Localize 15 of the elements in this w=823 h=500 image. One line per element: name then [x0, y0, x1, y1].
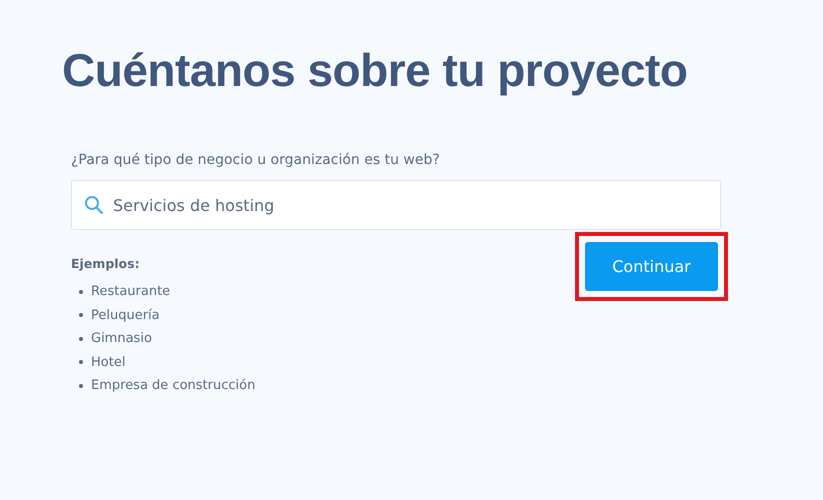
question-label: ¿Para qué tipo de negocio u organización es tu web?: [71, 152, 441, 168]
example-item: Empresa de construcción: [91, 378, 256, 394]
bullet-icon: [79, 313, 83, 318]
page-title: Cuéntanos sobre tu proyecto: [62, 43, 688, 98]
continue-button[interactable]: Continuar: [585, 242, 718, 291]
example-item: Restaurante: [91, 284, 170, 300]
examples-heading: Ejemplos:: [71, 256, 141, 271]
bullet-icon: [79, 290, 83, 294]
search-field[interactable]: Servicios de hosting: [71, 180, 721, 230]
bullet-icon: [79, 336, 83, 341]
example-item: Peluquería: [91, 308, 160, 323]
example-item: Hotel: [91, 354, 126, 370]
example-item: Gimnasio: [91, 331, 152, 346]
bullet-icon: [79, 384, 83, 388]
bullet-icon: [79, 360, 83, 364]
